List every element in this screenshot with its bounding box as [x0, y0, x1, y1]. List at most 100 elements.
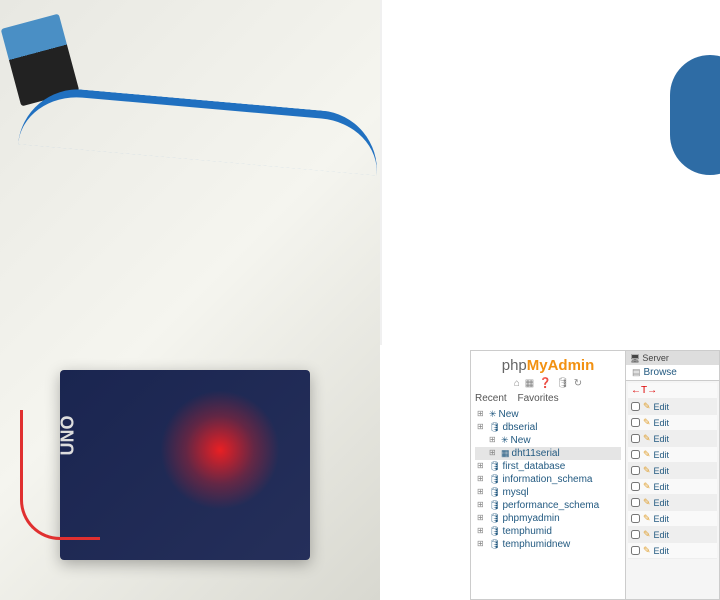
db-icon: 🛢	[489, 474, 500, 484]
db-icon: 🛢	[489, 487, 500, 497]
edit-link[interactable]: Edit	[654, 546, 670, 556]
usb-cable	[18, 84, 380, 175]
tree-item-dht11serial[interactable]: ▦dht11serial	[475, 447, 621, 460]
phpmyadmin-sidebar: phpMyAdmin ⌂ ▦ ❓ 🛢 ↻ Recent Favorites ✳N…	[471, 351, 626, 599]
row-checkbox[interactable]	[631, 434, 640, 443]
row-checkbox[interactable]	[631, 514, 640, 523]
logo-myadmin: MyAdmin	[527, 357, 595, 374]
tree-item-label: New	[511, 435, 531, 446]
row-checkbox[interactable]	[631, 498, 640, 507]
new-row-icon: ←T→	[631, 385, 657, 396]
row-checkbox[interactable]	[631, 546, 640, 555]
db-icon: 🛢	[489, 500, 500, 510]
pencil-icon: ✎	[643, 401, 651, 412]
database-tree: ✳New🛢dbserial✳New▦dht11serial🛢first_data…	[475, 408, 621, 551]
pencil-icon: ✎	[643, 433, 651, 444]
edit-link[interactable]: Edit	[654, 402, 670, 412]
table-row: ✎Edit	[628, 399, 717, 415]
tree-item-label: first_database	[502, 461, 565, 472]
tab-recent[interactable]: Recent	[475, 393, 507, 404]
pencil-icon: ✎	[643, 449, 651, 460]
tree-item-label: temphumid	[502, 526, 551, 537]
phpmyadmin-window: phpMyAdmin ⌂ ▦ ❓ 🛢 ↻ Recent Favorites ✳N…	[470, 350, 720, 600]
help-icon[interactable]: ❓	[539, 378, 551, 389]
phpmyadmin-logo: phpMyAdmin	[475, 357, 621, 374]
arduino-photo	[0, 0, 380, 600]
table-row: ✎Edit	[628, 527, 717, 543]
tree-item-New[interactable]: ✳New	[475, 408, 621, 421]
table-row: ✎Edit	[628, 495, 717, 511]
row-checkbox[interactable]	[631, 402, 640, 411]
top-right-panel	[380, 0, 720, 345]
pencil-icon: ✎	[643, 513, 651, 524]
home-icon[interactable]: ⌂	[514, 378, 520, 389]
table-row: ✎Edit	[628, 415, 717, 431]
edit-link[interactable]: Edit	[654, 482, 670, 492]
table-row: ✎Edit	[628, 431, 717, 447]
row-checkbox[interactable]	[631, 482, 640, 491]
tab-favorites[interactable]: Favorites	[517, 393, 558, 404]
data-rows: ←T→✎Edit✎Edit✎Edit✎Edit✎Edit✎Edit✎Edit✎E…	[626, 381, 719, 561]
tree-item-temphumidnew[interactable]: 🛢temphumidnew	[475, 538, 621, 551]
refresh-icon[interactable]: ↻	[574, 378, 582, 389]
sidebar-toolbar: ⌂ ▦ ❓ 🛢 ↻	[475, 378, 621, 389]
tree-item-label: New	[499, 409, 519, 420]
edit-link[interactable]: Edit	[654, 450, 670, 460]
tree-item-label: temphumidnew	[502, 539, 570, 550]
table-row: ✎Edit	[628, 463, 717, 479]
jumper-wire	[20, 410, 100, 540]
logo-php: php	[502, 357, 527, 374]
tree-item-label: performance_schema	[502, 500, 599, 511]
db-icon[interactable]: 🛢	[556, 378, 569, 389]
row-checkbox[interactable]	[631, 418, 640, 427]
pencil-icon: ✎	[643, 497, 651, 508]
edit-link[interactable]: Edit	[654, 530, 670, 540]
db-icon: 🛢	[489, 422, 500, 432]
edit-link[interactable]: Edit	[654, 466, 670, 476]
tree-item-temphumid[interactable]: 🛢temphumid	[475, 525, 621, 538]
tree-item-label: dbserial	[502, 422, 537, 433]
new-icon: ✳	[501, 435, 509, 445]
new-row[interactable]: ←T→	[628, 383, 717, 399]
tab-browse[interactable]: Browse	[626, 365, 719, 381]
server-breadcrumb[interactable]: Server	[626, 351, 719, 365]
table-row: ✎Edit	[628, 479, 717, 495]
edit-link[interactable]: Edit	[654, 418, 670, 428]
table-row: ✎Edit	[628, 511, 717, 527]
tree-item-performance-schema[interactable]: 🛢performance_schema	[475, 499, 621, 512]
edit-link[interactable]: Edit	[654, 434, 670, 444]
sql-icon[interactable]: ▦	[525, 378, 534, 389]
new-icon: ✳	[489, 409, 497, 419]
phpmyadmin-main: Server Browse ←T→✎Edit✎Edit✎Edit✎Edit✎Ed…	[626, 351, 719, 599]
db-icon: 🛢	[489, 513, 500, 523]
pencil-icon: ✎	[643, 545, 651, 556]
table-row: ✎Edit	[628, 447, 717, 463]
blue-logo-fragment	[670, 55, 720, 175]
tree-item-mysql[interactable]: 🛢mysql	[475, 486, 621, 499]
table-icon: ▦	[501, 448, 510, 458]
tree-item-New[interactable]: ✳New	[475, 434, 621, 447]
tree-item-label: dht11serial	[512, 448, 560, 459]
sidebar-tabs: Recent Favorites	[475, 393, 621, 404]
pencil-icon: ✎	[643, 529, 651, 540]
pencil-icon: ✎	[643, 417, 651, 428]
tree-item-first-database[interactable]: 🛢first_database	[475, 460, 621, 473]
pencil-icon: ✎	[643, 481, 651, 492]
db-icon: 🛢	[489, 526, 500, 536]
edit-link[interactable]: Edit	[654, 514, 670, 524]
tree-item-label: information_schema	[502, 474, 592, 485]
tree-item-phpmyadmin[interactable]: 🛢phpmyadmin	[475, 512, 621, 525]
db-icon: 🛢	[489, 539, 500, 549]
server-label: Server	[642, 353, 669, 363]
tree-item-dbserial[interactable]: 🛢dbserial	[475, 421, 621, 434]
browse-label: Browse	[644, 367, 677, 378]
row-checkbox[interactable]	[631, 466, 640, 475]
tree-item-information-schema[interactable]: 🛢information_schema	[475, 473, 621, 486]
pencil-icon: ✎	[643, 465, 651, 476]
row-checkbox[interactable]	[631, 450, 640, 459]
tree-item-label: phpmyadmin	[502, 513, 559, 524]
db-icon: 🛢	[489, 461, 500, 471]
tree-item-label: mysql	[502, 487, 528, 498]
row-checkbox[interactable]	[631, 530, 640, 539]
edit-link[interactable]: Edit	[654, 498, 670, 508]
